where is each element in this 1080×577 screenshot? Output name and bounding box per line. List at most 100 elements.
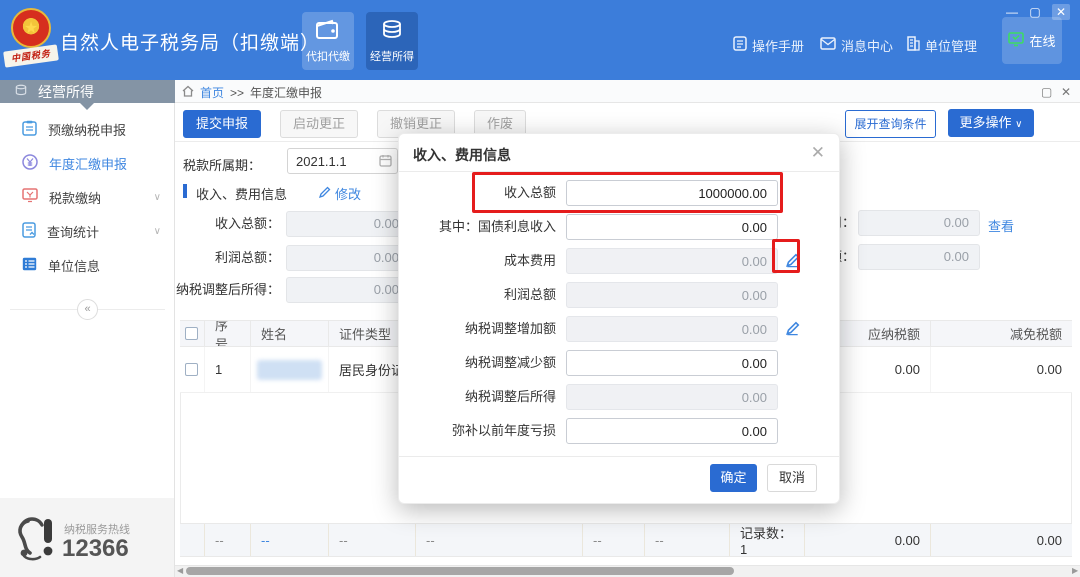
- pane-maximize-icon[interactable]: ▢: [1041, 85, 1052, 99]
- calendar-icon[interactable]: [379, 154, 392, 170]
- document-icon: [733, 36, 747, 54]
- sidebar-item-prepay-declare[interactable]: 预缴纳税申报: [0, 112, 175, 146]
- field-label: 其中：国债利息收入: [439, 214, 556, 240]
- nav-business-income-button[interactable]: 经营所得: [366, 12, 418, 70]
- building-icon: [906, 36, 920, 54]
- hotline-number: 12366: [62, 535, 129, 563]
- sidebar-collapse-button[interactable]: «: [77, 299, 98, 320]
- message-center-link[interactable]: 消息中心: [820, 36, 893, 54]
- cost-expense-edit-pencil-icon[interactable]: [785, 253, 800, 271]
- pane-close-icon[interactable]: ✕: [1061, 85, 1071, 99]
- view-link[interactable]: 查看: [988, 216, 1014, 235]
- field-row-income-total: 收入总额: [399, 180, 839, 206]
- close-window-icon[interactable]: ✕: [1052, 4, 1070, 20]
- field-row-adjust-decrease: 纳税调整减少额: [399, 350, 839, 376]
- confirm-button[interactable]: 确定: [710, 464, 757, 492]
- envelope-icon: [820, 37, 836, 53]
- cancel-button[interactable]: 取消: [767, 464, 817, 492]
- unit-management-link[interactable]: 单位管理: [906, 36, 977, 54]
- field-label: 成本费用: [504, 248, 556, 274]
- bg-adjusted-income-label: 纳税调整后所得：: [100, 277, 280, 303]
- tax-period-label: 税款所属期：: [183, 155, 261, 174]
- field-row-cost-expense: 成本费用: [399, 248, 839, 274]
- adjust-increase-edit-pencil-icon[interactable]: [785, 321, 800, 339]
- footer-dash: --: [416, 524, 583, 556]
- field-label: 纳税调整后所得: [465, 384, 556, 410]
- breadcrumb-current: 年度汇缴申报: [250, 84, 322, 101]
- expand-query-button[interactable]: 展开查询条件: [845, 110, 936, 138]
- section-title: 收入、费用信息: [196, 184, 287, 203]
- wallet-icon: [302, 19, 354, 45]
- pencil-icon: [318, 186, 331, 202]
- nav-withholding-button[interactable]: 代扣代缴: [302, 12, 354, 70]
- modify-label: 修改: [335, 184, 361, 203]
- adjust-decrease-input[interactable]: [566, 350, 778, 376]
- income-total-input[interactable]: [566, 180, 778, 206]
- prior-loss-input[interactable]: [566, 418, 778, 444]
- app-window: ★ 中国税务 自然人电子税务局（扣缴端） 代扣代缴 经营所得 操作手册: [0, 0, 1080, 577]
- bond-interest-input[interactable]: [566, 214, 778, 240]
- footer-dash: --: [251, 524, 329, 556]
- national-emblem-icon: ★: [11, 8, 51, 48]
- field-label: 利润总额: [504, 282, 556, 308]
- sidebar-item-annual-declare[interactable]: 年度汇缴申报: [0, 146, 175, 180]
- income-expense-dialog: 收入、费用信息 ✕ 收入总额 其中：国债利息收入 成本费用 利润总额 纳税调整增…: [398, 133, 840, 504]
- logo-ribbon: 中国税务: [3, 44, 59, 67]
- start-correction-button[interactable]: 启动更正: [280, 110, 358, 138]
- sidebar-item-label: 查询统计: [47, 222, 99, 241]
- table-footer-row: -- -- -- -- -- -- 记录数：1 0.00 0.00: [180, 523, 1072, 557]
- yen-circle-icon: [22, 154, 38, 173]
- dialog-title: 收入、费用信息: [413, 145, 511, 165]
- field-row-prior-loss: 弥补以前年度亏损: [399, 418, 839, 444]
- maximize-icon[interactable]: ▢: [1026, 4, 1044, 20]
- online-monitor-icon: [1008, 32, 1024, 50]
- sidebar-header-label: 经营所得: [38, 82, 94, 102]
- hotline-panel: 纳税服务热线 12366: [0, 498, 174, 577]
- app-title: 自然人电子税务局（扣缴端）: [60, 28, 320, 55]
- field-label: 收入总额: [504, 180, 556, 206]
- scroll-right-arrow[interactable]: ▶: [1072, 566, 1078, 576]
- sidebar-item-label: 年度汇缴申报: [49, 154, 127, 173]
- sidebar-item-label: 税款缴纳: [49, 188, 101, 207]
- dialog-footer-divider: [399, 456, 839, 457]
- dialog-close-icon[interactable]: ✕: [811, 143, 825, 163]
- home-icon: [182, 85, 194, 100]
- manual-label: 操作手册: [752, 36, 804, 55]
- dialog-title-divider: [399, 171, 839, 172]
- scrollbar-thumb[interactable]: [186, 567, 734, 575]
- cost-expense-input: [566, 248, 778, 274]
- coins-icon: [366, 19, 418, 45]
- modify-link[interactable]: 修改: [318, 184, 361, 203]
- field-row-adjusted-income: 纳税调整后所得: [399, 384, 839, 410]
- headset-person-icon: [14, 513, 60, 566]
- clipboard-icon: [22, 120, 37, 139]
- nav-withholding-label: 代扣代缴: [302, 48, 354, 64]
- row-checkbox[interactable]: [185, 363, 198, 376]
- sidebar-header: 经营所得: [0, 80, 175, 103]
- bg-profit-total-label: 利润总额：: [100, 245, 280, 271]
- manual-link[interactable]: 操作手册: [733, 36, 804, 54]
- bg-adjusted-income-value: 0.00: [286, 277, 410, 303]
- scroll-left-arrow[interactable]: ◀: [177, 566, 183, 576]
- sidebar-item-tax-payment[interactable]: 税款缴纳 ∨: [0, 180, 175, 214]
- app-header: ★ 中国税务 自然人电子税务局（扣缴端） 代扣代缴 经营所得 操作手册: [0, 0, 1080, 80]
- chevron-down-icon: ∨: [154, 192, 161, 203]
- record-count: 记录数：1: [730, 524, 805, 556]
- field-row-adjust-increase: 纳税调整增加额: [399, 316, 839, 342]
- sidebar-item-label: 预缴纳税申报: [48, 120, 126, 139]
- online-label: 在线: [1029, 31, 1055, 50]
- section-marker: [183, 184, 187, 198]
- breadcrumb-home[interactable]: 首页: [200, 84, 224, 101]
- submit-declare-button[interactable]: 提交申报: [183, 110, 261, 138]
- select-all-checkbox[interactable]: [185, 327, 198, 340]
- report-doc-icon: [22, 222, 36, 241]
- online-status[interactable]: 在线: [1002, 17, 1062, 64]
- field-label: 弥补以前年度亏损: [452, 418, 556, 444]
- chevron-down-icon: ∨: [1015, 119, 1022, 130]
- more-actions-button[interactable]: 更多操作 ∨: [948, 109, 1034, 137]
- coins-small-icon: [14, 84, 28, 100]
- sidebar-header-notch: [80, 103, 94, 110]
- profit-total-input: [566, 282, 778, 308]
- col-tax-exempt: 减免税额: [931, 321, 1072, 346]
- minimize-icon[interactable]: —: [1003, 4, 1021, 20]
